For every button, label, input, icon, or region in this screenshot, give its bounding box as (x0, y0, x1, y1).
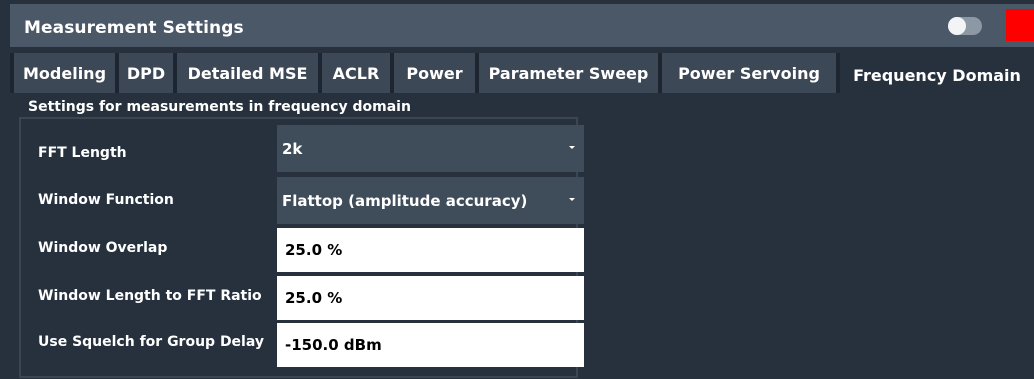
window-function-value: Flattop (amplitude accuracy) (282, 191, 528, 210)
section-title: Settings for measurements in frequency d… (28, 99, 411, 115)
squelch-group-delay-label: Use Squelch for Group Delay (38, 334, 264, 350)
toggle-knob (948, 17, 966, 35)
dialog-title: Measurement Settings (24, 18, 244, 38)
tab-aclr[interactable]: ACLR (322, 53, 390, 93)
window-length-ratio-input[interactable]: 25.0 % (277, 276, 584, 320)
titlebar: Measurement Settings (10, 4, 1034, 47)
tab-power[interactable]: Power (394, 53, 475, 93)
tab-bar: Modeling DPD Detailed MSE ACLR Power Par… (10, 53, 1034, 97)
chevron-down-icon (569, 198, 575, 201)
frequency-domain-panel: Settings for measurements in frequency d… (10, 93, 1034, 379)
tab-detailed-mse[interactable]: Detailed MSE (177, 53, 318, 93)
window-overlap-label: Window Overlap (38, 240, 168, 256)
tab-parameter-sweep[interactable]: Parameter Sweep (479, 53, 658, 93)
squelch-group-delay-input[interactable]: -150.0 dBm (277, 323, 584, 367)
tab-power-servoing[interactable]: Power Servoing (662, 53, 836, 93)
window-overlap-input[interactable]: 25.0 % (277, 228, 584, 272)
settings-group: FFT Length 2k Window Function Flattop (a… (19, 117, 584, 378)
window-function-dropdown[interactable]: Flattop (amplitude accuracy) (277, 177, 584, 224)
chevron-down-icon (569, 146, 575, 149)
window-length-ratio-label: Window Length to FFT Ratio (38, 288, 262, 304)
close-button[interactable] (1006, 9, 1034, 41)
fft-length-value: 2k (282, 139, 303, 158)
measurement-settings-dialog: Measurement Settings Modeling DPD Detail… (0, 0, 1034, 379)
toggle-switch[interactable] (948, 17, 982, 35)
tab-dpd[interactable]: DPD (119, 53, 173, 93)
fft-length-dropdown[interactable]: 2k (277, 125, 584, 172)
tab-modeling[interactable]: Modeling (14, 53, 115, 93)
fft-length-label: FFT Length (38, 145, 127, 161)
window-function-label: Window Function (38, 192, 174, 208)
tab-frequency-domain[interactable]: Frequency Domain (840, 53, 1034, 97)
